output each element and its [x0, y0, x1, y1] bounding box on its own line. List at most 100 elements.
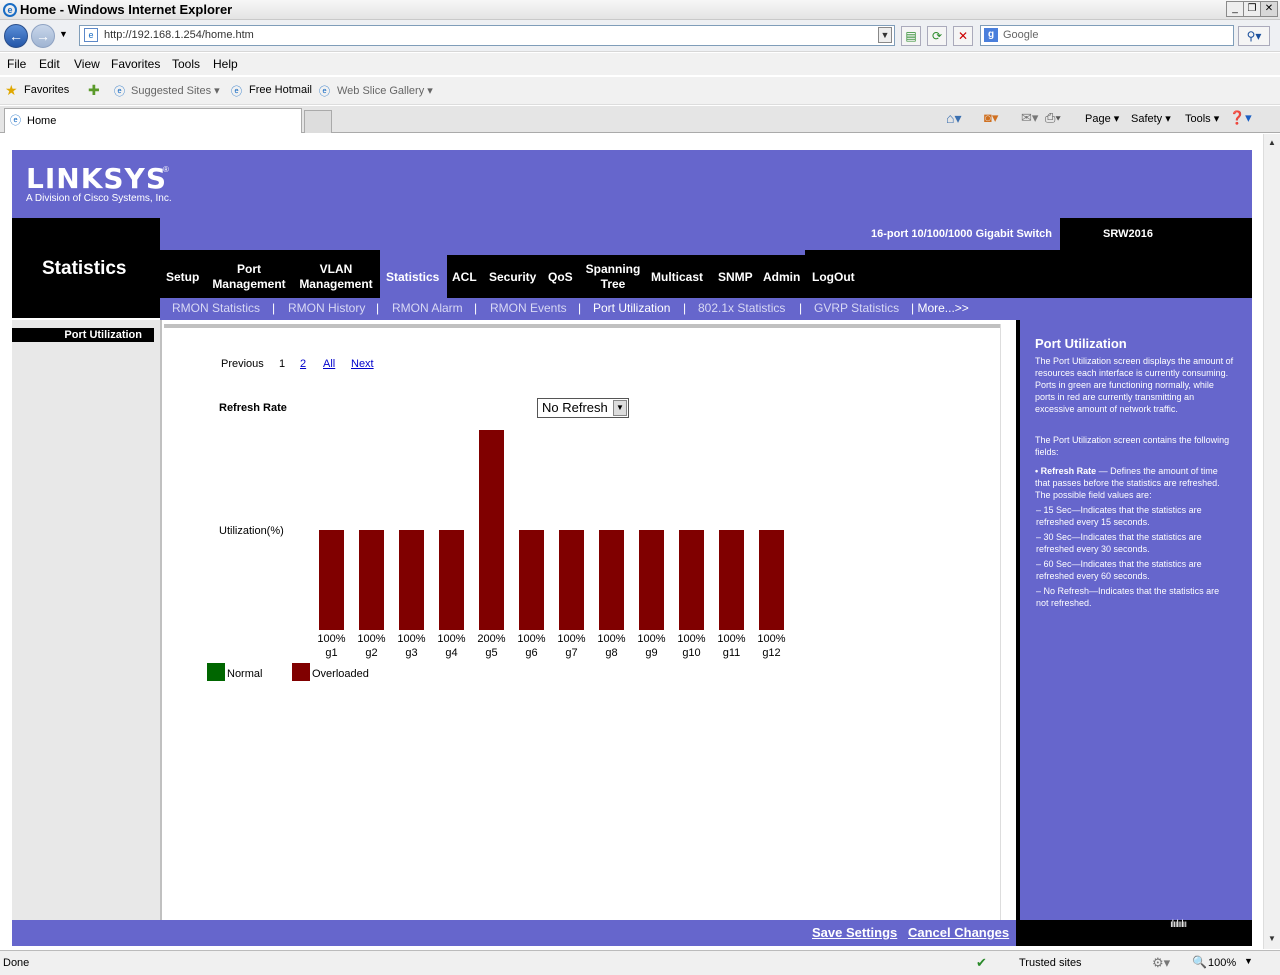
url-input[interactable]: e http://192.168.1.254/home.htm ▼: [79, 25, 895, 46]
section-title: Statistics: [42, 258, 127, 279]
subnav-separator: |: [683, 301, 687, 315]
menu-file[interactable]: File: [7, 57, 26, 71]
stop-icon[interactable]: ✕: [953, 26, 973, 46]
registered-mark-icon: ®: [163, 165, 169, 174]
ie-logo-icon: e: [3, 3, 17, 17]
zoom-level[interactable]: 100%: [1208, 957, 1236, 969]
maximize-button[interactable]: ❐: [1243, 1, 1261, 17]
forward-button[interactable]: →: [31, 24, 55, 48]
tab-security[interactable]: Security: [489, 270, 536, 285]
refresh-rate-select[interactable]: No Refresh ▼: [537, 398, 629, 418]
pager-all[interactable]: All: [323, 358, 335, 370]
tools-menu[interactable]: Tools ▾: [1185, 112, 1219, 125]
subnav-port-utilization[interactable]: Port Utilization: [593, 301, 670, 315]
safety-menu[interactable]: Safety ▾: [1131, 112, 1171, 125]
scroll-up-arrow-icon[interactable]: ▲: [1265, 136, 1279, 150]
menu-view[interactable]: View: [74, 57, 100, 71]
bar-value-label: 100%: [637, 633, 665, 645]
subnav-separator: |: [272, 301, 276, 315]
bar-category-label: g5: [485, 647, 497, 659]
tab-acl[interactable]: ACL: [452, 270, 477, 285]
new-tab-button[interactable]: [304, 110, 332, 133]
pager-current: 1: [279, 358, 286, 370]
close-button[interactable]: ✕: [1260, 1, 1278, 17]
page-menu[interactable]: Page ▾: [1085, 112, 1119, 125]
back-button[interactable]: ←: [4, 24, 28, 48]
save-settings-button[interactable]: Save Settings: [812, 925, 897, 940]
menu-tools[interactable]: Tools: [172, 57, 200, 71]
compatibility-view-icon[interactable]: ▤: [901, 26, 921, 46]
pager-page-2[interactable]: 2: [300, 358, 306, 370]
tab-admin[interactable]: Admin: [763, 270, 800, 285]
subnav-gvrp-statistics[interactable]: GVRP Statistics: [814, 301, 899, 315]
bar-category-label: g11: [723, 647, 741, 659]
subnav-separator: |: [376, 301, 380, 315]
bar-value-label: 100%: [597, 633, 625, 645]
search-icon[interactable]: ⚲▾: [1238, 26, 1270, 46]
subnav-8021x-statistics[interactable]: 802.1x Statistics: [698, 301, 785, 315]
subnav-more[interactable]: | More...>>: [911, 301, 969, 315]
address-bar: ← → ▼ e http://192.168.1.254/home.htm ▼ ▤ …: [0, 20, 1280, 52]
vertical-scrollbar[interactable]: ▲ ▼: [1263, 134, 1280, 949]
scroll-down-arrow-icon[interactable]: ▼: [1265, 932, 1279, 946]
feeds-icon[interactable]: ◙▾: [984, 110, 998, 126]
tab-title: Home: [27, 115, 57, 127]
help-icon[interactable]: ❓▾: [1229, 110, 1252, 126]
tab-setup[interactable]: Setup: [166, 270, 199, 285]
status-bar: Done ✔ Trusted sites ⚙▾ 🔍 100% ▼: [0, 950, 1280, 975]
web-slice-gallery-link[interactable]: Web Slice Gallery ▾: [337, 84, 433, 97]
search-placeholder: Google: [1003, 29, 1039, 41]
url-dropdown-icon[interactable]: ▼: [878, 27, 892, 43]
cancel-changes-button[interactable]: Cancel Changes: [908, 925, 1009, 940]
help-option: – 60 Sec—Indicates that the statistics a…: [1036, 559, 1202, 581]
zoom-icon[interactable]: 🔍: [1192, 955, 1207, 969]
home-icon[interactable]: ⌂▾: [946, 110, 961, 127]
content-divider: [164, 324, 1000, 328]
bar-value-label: 100%: [677, 633, 705, 645]
logo-subtitle: A Division of Cisco Systems, Inc.: [26, 193, 172, 204]
help-paragraph: • Refresh Rate — Defines the amount of t…: [1035, 465, 1235, 501]
add-favorite-icon[interactable]: ✚: [88, 82, 100, 99]
menu-edit[interactable]: Edit: [39, 57, 60, 71]
bar-value-label: 100%: [317, 633, 345, 645]
footer-black-block: [1016, 920, 1252, 946]
ie-page-icon: ⓔ: [231, 86, 242, 98]
menu-favorites[interactable]: Favorites: [111, 57, 160, 71]
tab-vlan-management[interactable]: VLAN Management: [297, 262, 375, 292]
subnav-rmon-events[interactable]: RMON Events: [490, 301, 567, 315]
subnav-rmon-alarm[interactable]: RMON Alarm: [392, 301, 463, 315]
legend-overloaded-swatch: [292, 663, 310, 681]
subnav-rmon-history[interactable]: RMON History: [288, 301, 365, 315]
bar-category-label: g12: [762, 647, 780, 659]
tab-multicast[interactable]: Multicast: [651, 270, 703, 285]
tab-snmp[interactable]: SNMP: [718, 270, 753, 285]
protected-mode-icon[interactable]: ⚙▾: [1152, 955, 1170, 971]
bar-g1: [319, 530, 344, 630]
pager-next[interactable]: Next: [351, 358, 374, 370]
zoom-dropdown-icon[interactable]: ▼: [1244, 956, 1253, 966]
favorites-star-icon: ★: [5, 82, 18, 98]
minimize-button[interactable]: _: [1226, 1, 1244, 17]
mail-icon[interactable]: ✉▾: [1021, 110, 1038, 126]
tab-qos[interactable]: QoS: [548, 270, 573, 285]
suggested-sites-link[interactable]: Suggested Sites ▾: [131, 84, 220, 97]
tab-port-management[interactable]: Port Management: [210, 262, 288, 292]
tab-spanning-tree[interactable]: Spanning Tree: [583, 262, 643, 292]
print-icon[interactable]: ⎙▾: [1045, 110, 1061, 126]
tab-home[interactable]: ⓔ Home: [4, 108, 302, 133]
bar-category-label: g8: [605, 647, 617, 659]
help-option: – No Refresh—Indicates that the statisti…: [1036, 586, 1220, 608]
free-hotmail-link[interactable]: Free Hotmail: [249, 84, 312, 96]
menu-help[interactable]: Help: [213, 57, 238, 71]
tab-logout[interactable]: LogOut: [812, 270, 855, 285]
subnav-rmon-statistics[interactable]: RMON Statistics: [172, 301, 260, 315]
legend-normal-swatch: [207, 663, 225, 681]
history-dropdown-icon[interactable]: ▼: [59, 29, 68, 39]
search-input[interactable]: g Google: [980, 25, 1234, 46]
bar-g11: [719, 530, 744, 630]
help-paragraph: The Port Utilization screen displays the…: [1035, 356, 1234, 414]
favorites-button[interactable]: Favorites: [24, 84, 69, 96]
refresh-icon[interactable]: ⟳: [927, 26, 947, 46]
tab-statistics[interactable]: Statistics: [386, 270, 439, 285]
utilization-label: Utilization(%): [219, 525, 284, 537]
